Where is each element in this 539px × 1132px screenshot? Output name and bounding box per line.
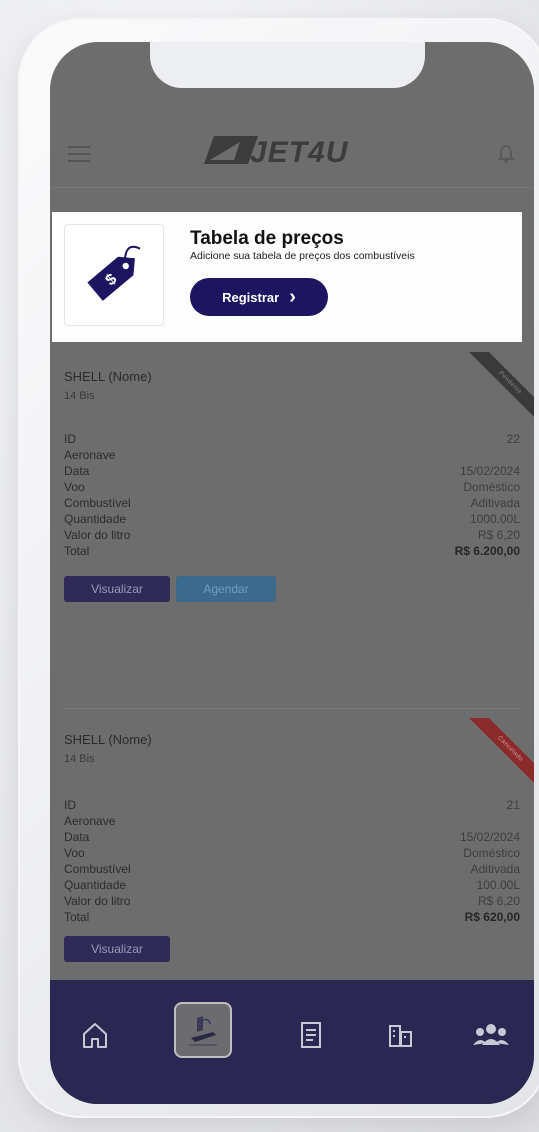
bottom-nav [50, 980, 534, 1104]
document-icon[interactable] [286, 1010, 336, 1060]
value-flight: Doméstico [463, 480, 520, 494]
background: JET4U SHELL (Nome) 14 Bis Pendente ID 22… [0, 0, 539, 1132]
logo-text: JET4U [250, 136, 349, 169]
supplier-name: SHELL (Nome) [64, 732, 152, 747]
fuel-card: SHELL (Nome) 14 Bis Cancelado ID 21 Aero… [64, 718, 534, 972]
fuel-plane-icon[interactable] [174, 1002, 232, 1058]
value-quantity: 1000.00L [469, 512, 520, 526]
view-button[interactable]: Visualizar [64, 576, 170, 602]
label-total: Total [64, 910, 90, 924]
value-total: R$ 620,00 [464, 910, 520, 924]
label-date: Data [64, 464, 90, 478]
buildings-icon[interactable] [376, 1010, 426, 1060]
card-divider [64, 708, 520, 709]
status-badge: Pendente [464, 352, 534, 422]
register-button-label: Registrar [222, 289, 280, 305]
price-tag-icon: $ [64, 224, 164, 326]
label-flight: Voo [64, 846, 85, 860]
status-badge: Cancelado [464, 718, 534, 788]
schedule-button[interactable]: Agendar [176, 576, 276, 602]
label-quantity: Quantidade [64, 878, 127, 892]
label-price-per-liter: Valor do litro [64, 528, 131, 542]
notch [150, 42, 425, 88]
supplier-subtitle: 14 Bis [64, 753, 95, 765]
supplier-name: SHELL (Nome) [64, 369, 152, 384]
users-group-icon[interactable] [466, 1010, 516, 1060]
home-icon[interactable] [70, 1010, 120, 1060]
value-flight: Doméstico [463, 846, 520, 860]
register-button[interactable]: Registrar › [190, 278, 328, 316]
label-price-per-liter: Valor do litro [64, 894, 131, 908]
status-ribbon-wrap: Cancelado [464, 718, 534, 788]
value-price-per-liter: R$ 6,20 [477, 894, 520, 908]
value-total: R$ 6.200,00 [454, 544, 520, 558]
status-ribbon-wrap: Pendente [464, 352, 534, 422]
label-fuel: Combustível [64, 496, 131, 510]
label-aircraft: Aeronave [64, 448, 116, 462]
value-quantity: 100.00L [476, 878, 520, 892]
value-price-per-liter: R$ 6,20 [477, 528, 520, 542]
value-id: 22 [506, 432, 520, 446]
value-fuel: Aditivada [470, 496, 520, 510]
label-aircraft: Aeronave [64, 814, 116, 828]
promo-title: Tabela de preços [190, 228, 344, 249]
hamburger-icon[interactable] [68, 146, 90, 162]
fuel-card: SHELL (Nome) 14 Bis Pendente ID 22 Aeron… [64, 352, 534, 686]
value-date: 15/02/2024 [459, 830, 520, 844]
view-button[interactable]: Visualizar [64, 936, 170, 962]
label-quantity: Quantidade [64, 512, 127, 526]
label-id: ID [64, 798, 76, 812]
app-header: JET4U [50, 118, 534, 188]
value-fuel: Aditivada [470, 862, 520, 876]
label-fuel: Combustível [64, 862, 131, 876]
price-table-promo: $ Tabela de preços Adicione sua tabela d… [52, 212, 522, 342]
chevron-right-icon: › [289, 286, 296, 308]
label-id: ID [64, 432, 76, 446]
supplier-subtitle: 14 Bis [64, 390, 95, 402]
bell-icon[interactable] [497, 144, 515, 169]
label-date: Data [64, 830, 90, 844]
phone-screen: JET4U SHELL (Nome) 14 Bis Pendente ID 22… [50, 42, 534, 1104]
value-id: 21 [506, 798, 520, 812]
label-total: Total [64, 544, 90, 558]
value-date: 15/02/2024 [459, 464, 520, 478]
promo-subtitle: Adicione sua tabela de preços dos combus… [190, 250, 415, 262]
label-flight: Voo [64, 480, 85, 494]
